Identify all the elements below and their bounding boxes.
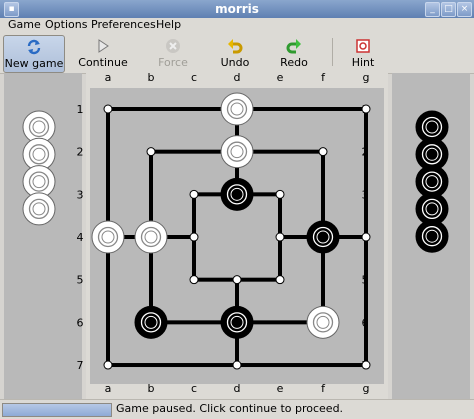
column-label-a: a: [105, 71, 112, 84]
status-bar: Game paused. Click continue to proceed.: [0, 399, 474, 419]
row-label-3: 3: [362, 188, 369, 201]
row-label-7: 7: [77, 359, 84, 372]
board-point-c5[interactable]: [189, 275, 199, 285]
board-point-e3[interactable]: [275, 189, 285, 199]
board-point-g7[interactable]: [361, 360, 371, 370]
white-stone-b4[interactable]: [134, 220, 168, 254]
progress-bar: [2, 403, 112, 417]
column-label-e: e: [277, 71, 284, 84]
game-board[interactable]: aabbccddeeffgg11223344556677: [0, 0, 474, 418]
board-point-d7[interactable]: [232, 360, 242, 370]
black-stone-b6[interactable]: [134, 305, 168, 339]
column-label-f: f: [321, 71, 326, 84]
board-point-a7[interactable]: [103, 360, 113, 370]
board-point-e4[interactable]: [275, 232, 285, 242]
row-label-3: 3: [77, 188, 84, 201]
column-label-g: g: [363, 382, 370, 395]
black-stone-f4[interactable]: [306, 220, 340, 254]
column-label-b: b: [148, 382, 155, 395]
column-label-c: c: [191, 71, 197, 84]
column-label-d: d: [234, 71, 241, 84]
board-point-g1[interactable]: [361, 104, 371, 114]
board-point-d5[interactable]: [232, 275, 242, 285]
status-text: Game paused. Click continue to proceed.: [116, 402, 344, 415]
column-label-d: d: [234, 382, 241, 395]
column-label-f: f: [321, 382, 326, 395]
board-point-b2[interactable]: [146, 147, 156, 157]
white-stone-f6[interactable]: [306, 305, 340, 339]
white-stone-d2[interactable]: [220, 135, 254, 169]
board-point-a1[interactable]: [103, 104, 113, 114]
black-stone-d6[interactable]: [220, 305, 254, 339]
row-label-1: 1: [77, 103, 84, 116]
column-label-c: c: [191, 382, 197, 395]
row-label-6: 6: [77, 316, 84, 329]
row-label-5: 5: [362, 274, 369, 287]
board-point-c3[interactable]: [189, 189, 199, 199]
board-point-c4[interactable]: [189, 232, 199, 242]
board-point-g4[interactable]: [361, 232, 371, 242]
row-label-2: 2: [362, 146, 369, 159]
row-label-6: 6: [362, 316, 369, 329]
column-label-g: g: [363, 71, 370, 84]
white-stone-d1[interactable]: [220, 92, 254, 126]
column-label-b: b: [148, 71, 155, 84]
row-label-5: 5: [77, 274, 84, 287]
board-point-f2[interactable]: [318, 147, 328, 157]
white-stone-a4[interactable]: [91, 220, 125, 254]
column-label-a: a: [105, 382, 112, 395]
row-label-4: 4: [77, 231, 84, 244]
column-label-e: e: [277, 382, 284, 395]
black-reserve-stone-5[interactable]: [415, 219, 449, 253]
white-reserve-stone-4[interactable]: [22, 192, 56, 226]
black-stone-d3[interactable]: [220, 177, 254, 211]
row-label-2: 2: [77, 146, 84, 159]
board-point-e5[interactable]: [275, 275, 285, 285]
